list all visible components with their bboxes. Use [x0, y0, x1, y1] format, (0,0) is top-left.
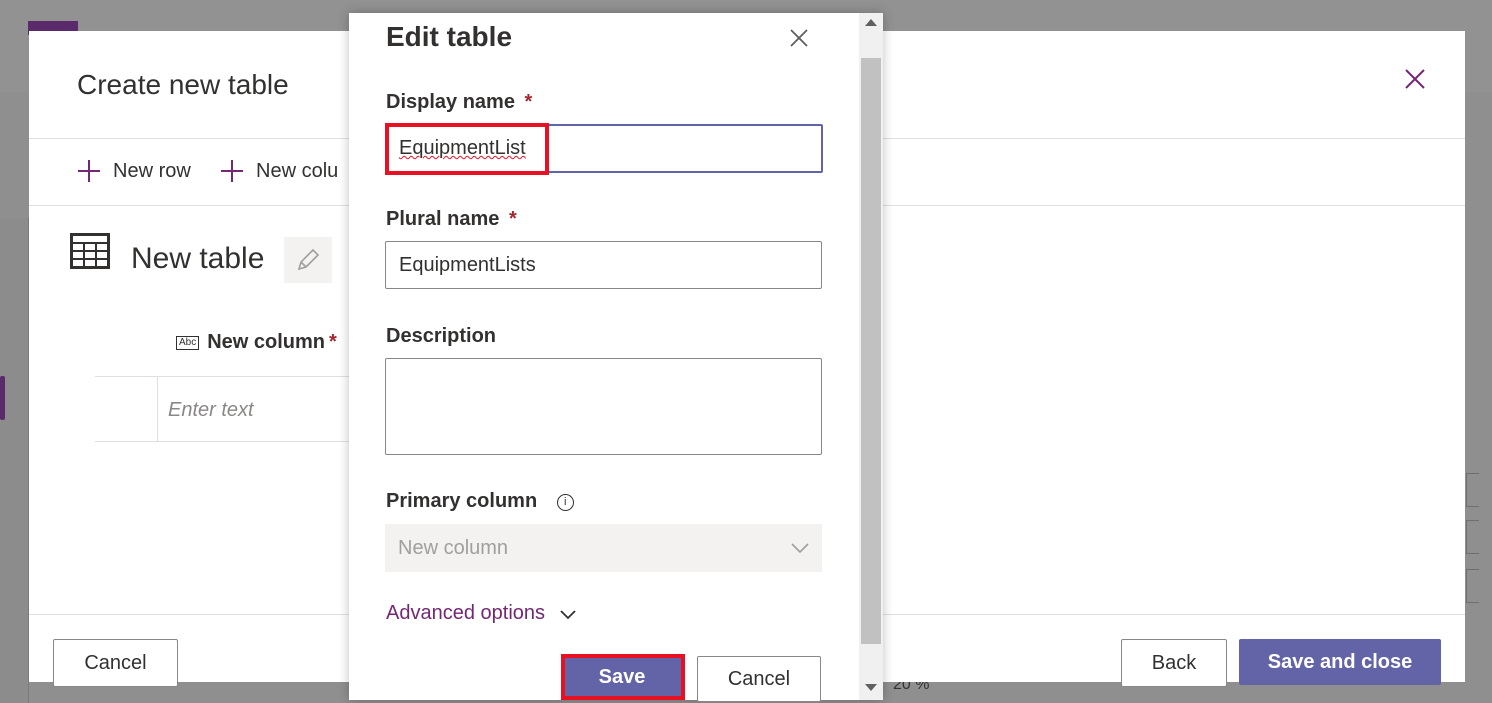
new-row-label: New row — [113, 159, 191, 182]
display-name-value: EquipmentList — [399, 137, 526, 159]
edit-table-panel: Edit table Display name * EquipmentList … — [349, 13, 883, 702]
dialog-title: Create new table — [77, 69, 289, 100]
table-grid-icon — [70, 233, 110, 269]
table-name: New table — [131, 242, 265, 275]
plural-name-input[interactable]: EquipmentLists — [385, 241, 822, 289]
new-row-button[interactable]: New row — [77, 159, 191, 183]
required-marker: * — [508, 208, 517, 230]
add-icon — [78, 160, 100, 182]
column-header-new-column[interactable]: Abc New column * — [176, 331, 337, 354]
scroll-thumb[interactable] — [861, 58, 881, 644]
close-icon[interactable] — [1403, 67, 1427, 91]
abc-text-icon: Abc — [176, 335, 200, 350]
advanced-options-label: Advanced options — [386, 602, 546, 624]
background-field — [1466, 473, 1479, 507]
left-nav-active-indicator — [0, 376, 5, 420]
edit-table-button[interactable] — [284, 237, 332, 283]
column-header-label: New column — [207, 331, 326, 353]
required-marker: * — [329, 331, 337, 353]
grid-line — [157, 377, 158, 441]
info-icon[interactable]: i — [556, 494, 574, 511]
grid-line — [95, 441, 349, 442]
panel-title: Edit table — [386, 21, 513, 52]
scroll-down-arrow[interactable] — [865, 684, 877, 691]
new-column-label: New colu — [256, 159, 339, 182]
display-name-input[interactable]: EquipmentList — [385, 124, 823, 173]
add-icon — [221, 160, 243, 182]
plural-name-label: Plural name * — [386, 208, 517, 230]
scrollbar[interactable] — [859, 13, 883, 700]
description-label: Description — [386, 325, 497, 347]
new-column-button[interactable]: New colu — [220, 159, 338, 183]
primary-column-value: New column — [398, 536, 509, 559]
chevron-down-icon — [560, 609, 576, 619]
back-button[interactable]: Back — [1121, 639, 1227, 687]
save-and-close-button[interactable]: Save and close — [1239, 639, 1441, 685]
cancel-button[interactable]: Cancel — [53, 639, 178, 687]
required-marker: * — [524, 91, 533, 113]
primary-column-select: New column — [385, 524, 822, 572]
left-nav-rail — [0, 218, 29, 703]
grid-line — [95, 376, 349, 377]
display-name-label: Display name * — [386, 91, 533, 113]
save-button[interactable]: Save — [563, 656, 681, 698]
description-textarea[interactable] — [385, 358, 822, 455]
table-cell-input[interactable]: Enter text — [168, 399, 254, 422]
scroll-up-arrow[interactable] — [865, 19, 877, 26]
close-icon[interactable] — [787, 26, 811, 50]
background-field — [1466, 520, 1479, 554]
background-field — [1466, 569, 1479, 603]
cancel-button[interactable]: Cancel — [697, 656, 821, 702]
pencil-icon — [297, 248, 320, 271]
advanced-options-toggle[interactable]: Advanced options — [386, 602, 577, 625]
chevron-down-icon — [791, 543, 809, 554]
plural-name-value: EquipmentLists — [399, 253, 536, 276]
primary-column-label: Primary column i — [386, 490, 574, 513]
